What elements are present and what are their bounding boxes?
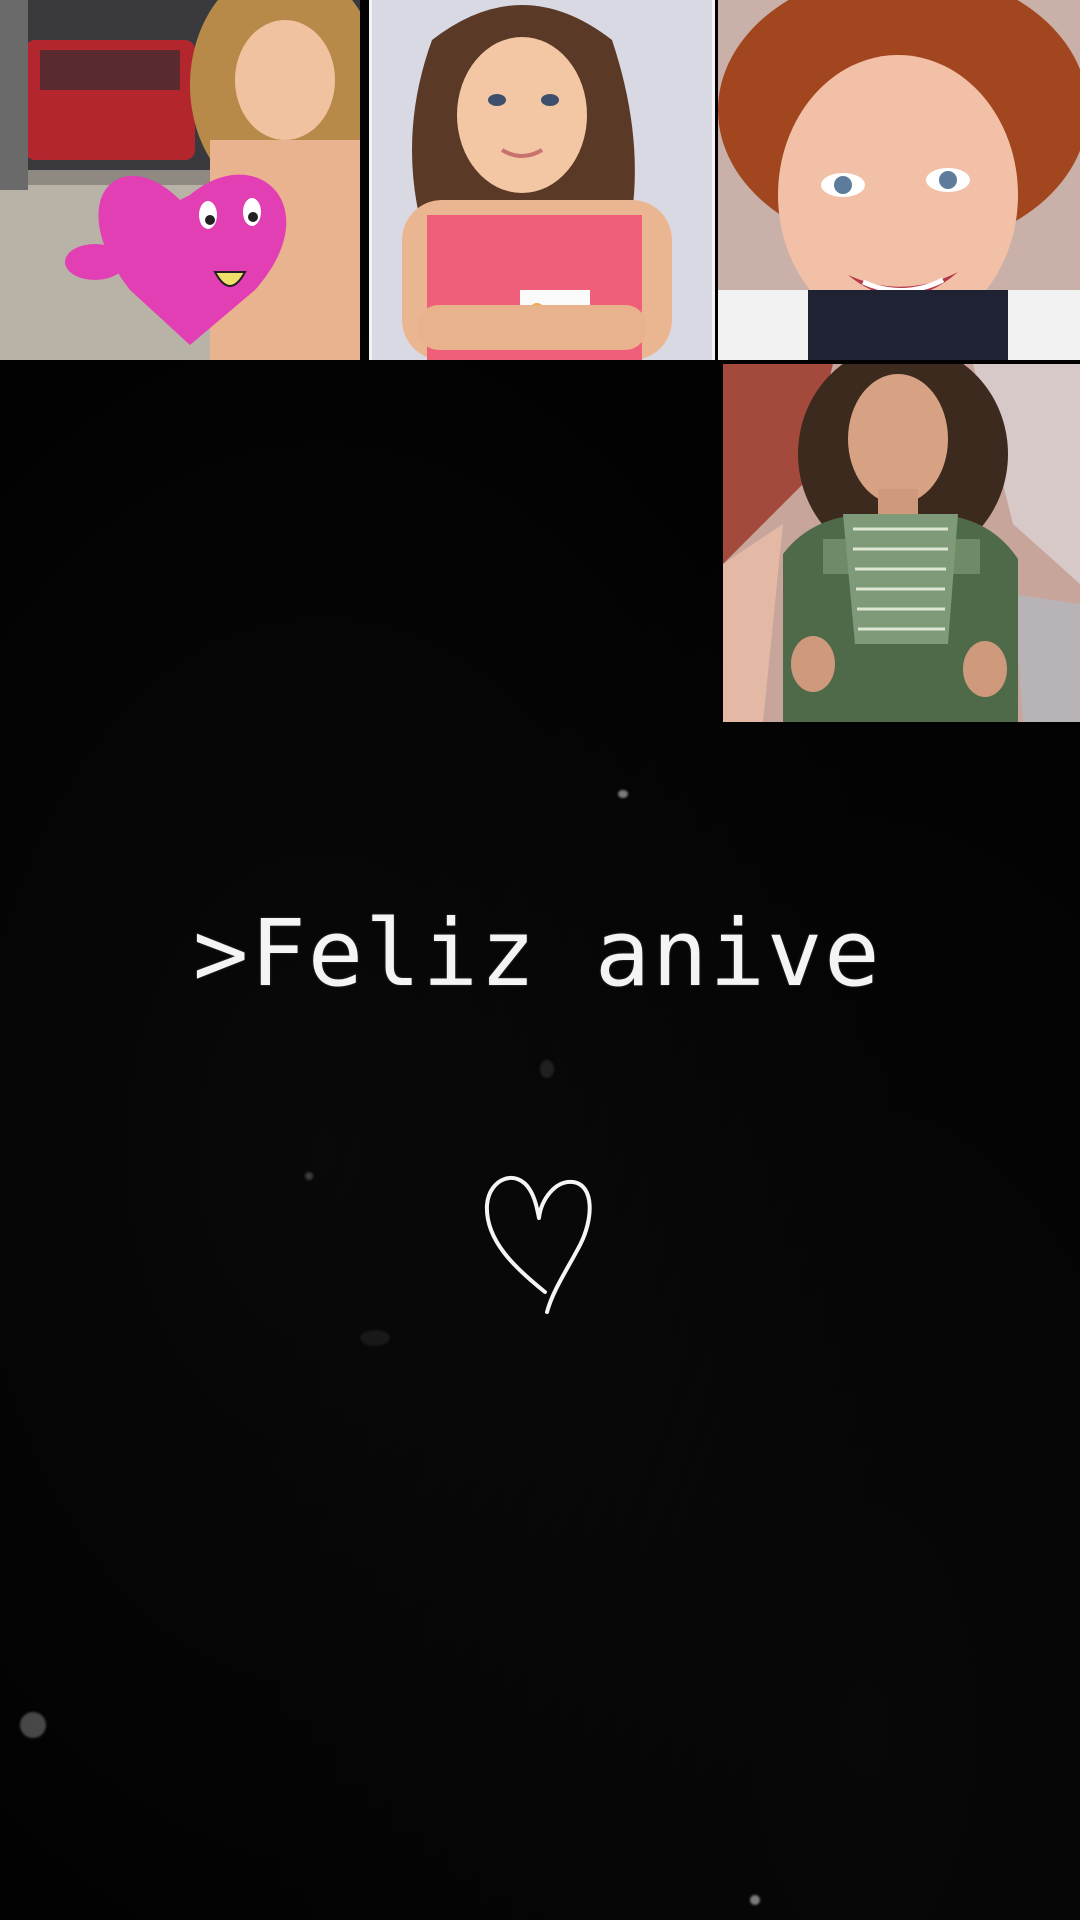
photo-girl-pink-top-arms-crossed[interactable]	[369, 0, 715, 360]
photo-woman-green-embroidered-blouse[interactable]	[723, 364, 1080, 722]
photo-red-haired-toddler-smiling[interactable]	[718, 0, 1080, 360]
light-speck	[305, 1172, 313, 1180]
light-speck	[540, 1060, 554, 1078]
light-speck	[750, 1895, 760, 1905]
light-speck	[618, 790, 628, 798]
light-speck	[20, 1712, 46, 1738]
photo-girl-with-pink-heart-plush[interactable]	[0, 0, 360, 360]
heart-icon	[475, 1160, 605, 1320]
light-speck	[360, 1330, 390, 1346]
story-caption-text: >Feliz anive	[193, 900, 882, 1007]
story-canvas: >Feliz anive	[0, 0, 1080, 1920]
